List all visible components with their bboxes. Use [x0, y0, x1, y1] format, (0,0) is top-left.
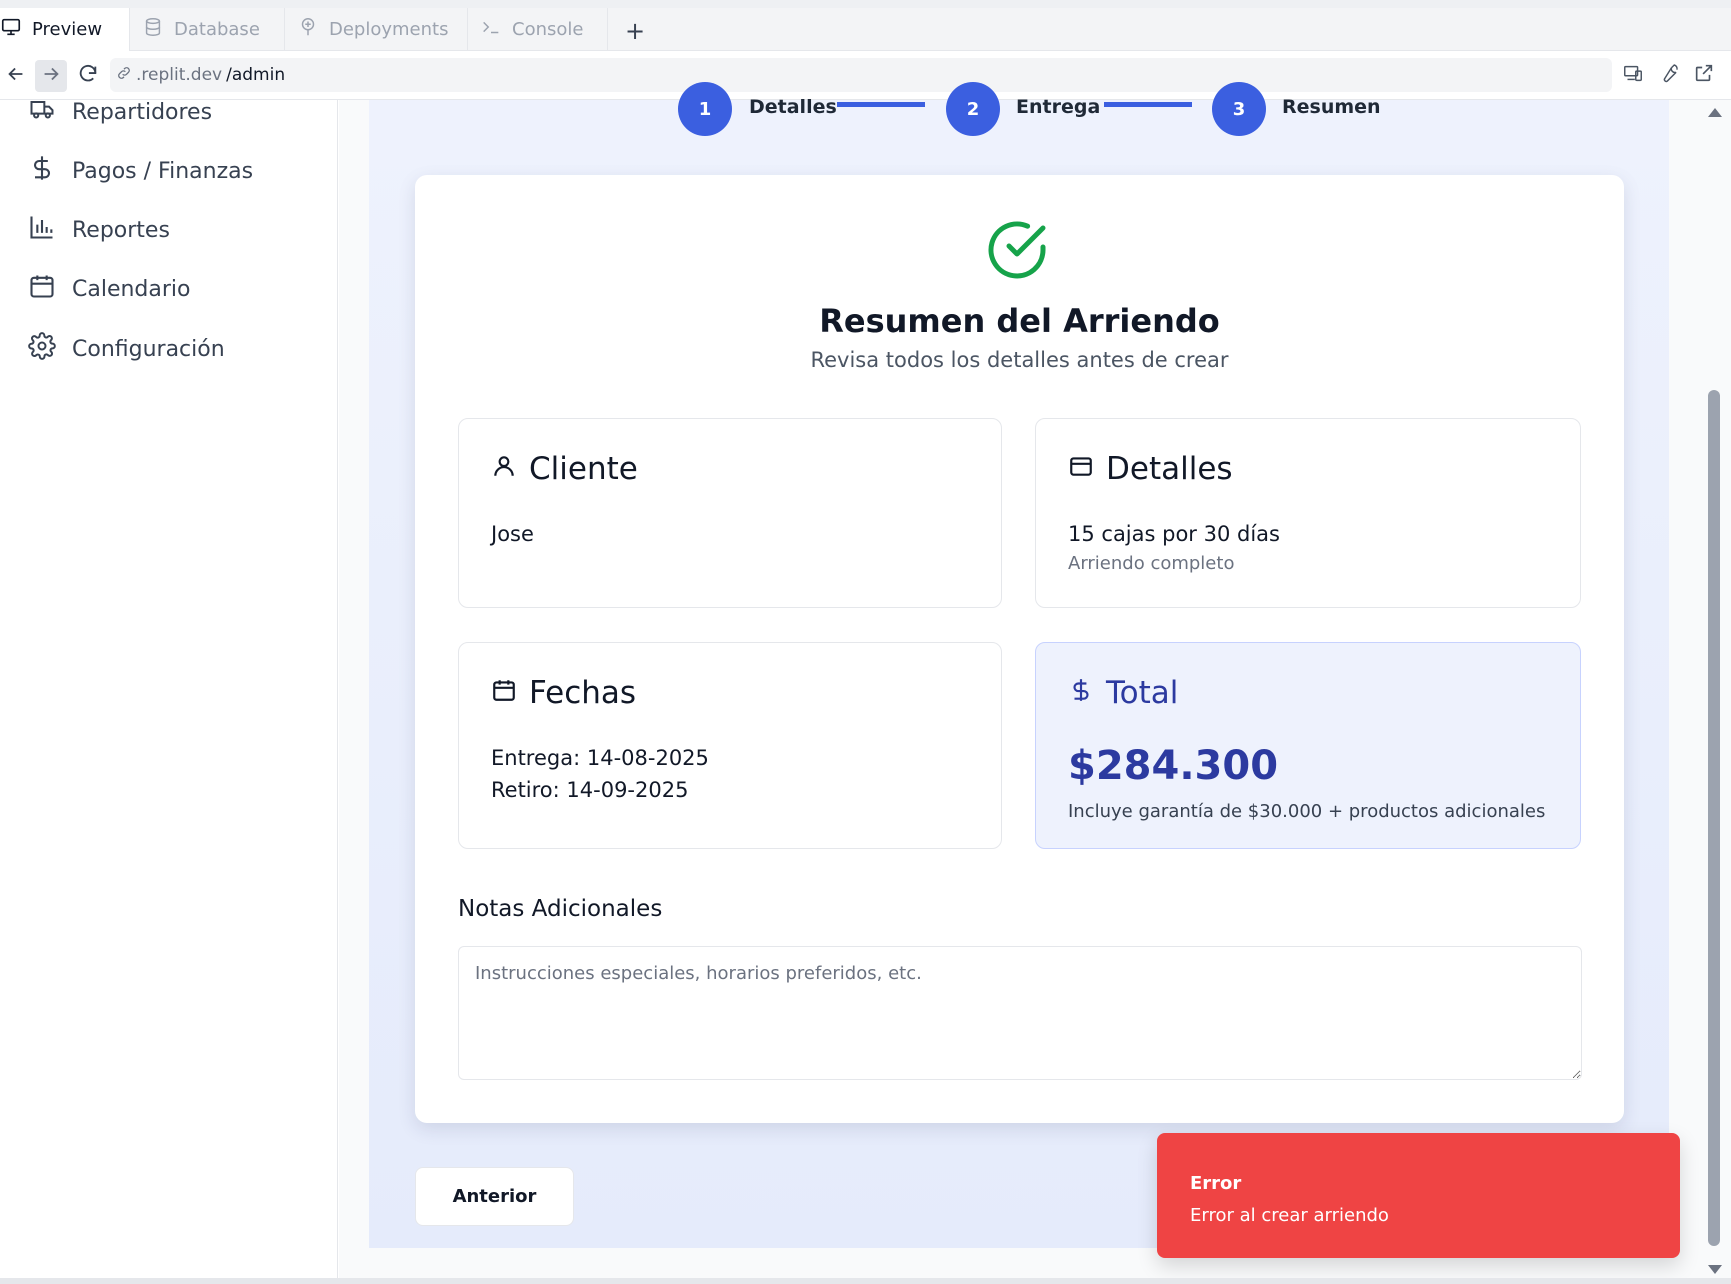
- url-domain: .replit.dev: [136, 65, 223, 85]
- gear-icon: [28, 332, 56, 366]
- sidebar-item-calendario[interactable]: Calendario: [0, 263, 337, 315]
- dollar-icon: [1068, 675, 1094, 711]
- step-2-label: Entrega: [1016, 96, 1101, 118]
- total-amount: $284.300: [1068, 743, 1279, 789]
- total-note: Incluye garantía de $30.000 + productos …: [1068, 801, 1546, 822]
- step-2-circle[interactable]: 2: [946, 82, 1000, 136]
- deployments-icon: [297, 16, 319, 43]
- scroll-up-icon[interactable]: [1705, 104, 1725, 120]
- total-heading-label: Total: [1106, 675, 1179, 711]
- details-heading: Detalles: [1068, 451, 1233, 487]
- add-tab-button[interactable]: +: [620, 16, 650, 46]
- calendar-icon: [28, 272, 56, 306]
- step-3-label: Resumen: [1282, 96, 1381, 118]
- step-3-circle[interactable]: 3: [1212, 82, 1266, 136]
- pickup-date: Retiro: 14-09-2025: [491, 778, 689, 802]
- dates-box: Fechas Entrega: 14-08-2025 Retiro: 14-09…: [458, 642, 1002, 849]
- notes-label: Notas Adicionales: [458, 896, 663, 922]
- tab-database[interactable]: Database: [130, 8, 285, 51]
- user-icon: [491, 451, 517, 487]
- arrow-left-icon: [5, 63, 27, 89]
- step-1-label: Detalles: [749, 96, 837, 118]
- tab-label: Console: [512, 19, 584, 40]
- box-package-icon: [1068, 451, 1094, 487]
- devtools-button[interactable]: [1656, 62, 1682, 88]
- tab-preview[interactable]: Preview: [0, 8, 130, 51]
- sidebar-item-label: Repartidores: [72, 100, 213, 125]
- details-quantity: 15 cajas por 30 días: [1068, 522, 1280, 546]
- step-connector-2: [1104, 102, 1192, 107]
- toast-message: Error al crear arriendo: [1190, 1205, 1389, 1226]
- window-top-strip: [0, 0, 1731, 8]
- client-heading: Cliente: [491, 451, 638, 487]
- client-heading-label: Cliente: [529, 451, 638, 487]
- sidebar: Repartidores Pagos / Finanzas Reportes C…: [0, 100, 338, 1278]
- check-circle-icon: [985, 218, 1049, 282]
- wrench-icon: [1658, 62, 1680, 88]
- tab-label: Database: [174, 19, 260, 40]
- client-name: Jose: [491, 522, 534, 546]
- sidebar-item-label: Pagos / Finanzas: [72, 158, 254, 184]
- link-icon: [116, 65, 132, 86]
- database-icon: [142, 16, 164, 43]
- arrow-right-icon: [40, 63, 62, 89]
- sidebar-item-configuracion[interactable]: Configuración: [0, 323, 337, 375]
- devices-icon: [1622, 62, 1644, 88]
- tab-bar: Preview Database Deployments Console +: [0, 8, 1731, 51]
- external-link-icon: [1693, 62, 1715, 88]
- truck-icon: [28, 100, 56, 129]
- sidebar-item-reportes[interactable]: Reportes: [0, 204, 337, 256]
- scroll-down-icon[interactable]: [1705, 1262, 1725, 1278]
- toast-title: Error: [1190, 1173, 1242, 1194]
- sidebar-item-pagos[interactable]: Pagos / Finanzas: [0, 145, 337, 197]
- back-button[interactable]: [0, 60, 32, 92]
- tab-console[interactable]: Console: [468, 8, 608, 51]
- url-field[interactable]: .replit.dev/admin: [110, 58, 1612, 92]
- reload-icon: [77, 63, 99, 89]
- details-heading-label: Detalles: [1106, 451, 1233, 487]
- window-bottom-strip: [0, 1278, 1731, 1284]
- step-connector-1: [837, 102, 925, 107]
- terminal-icon: [480, 16, 502, 43]
- client-box: Cliente Jose: [458, 418, 1002, 608]
- previous-button[interactable]: Anterior: [415, 1167, 574, 1226]
- step-1-circle[interactable]: 1: [678, 82, 732, 136]
- delivery-date: Entrega: 14-08-2025: [491, 746, 709, 770]
- devices-button[interactable]: [1620, 62, 1646, 88]
- scrollbar-thumb[interactable]: [1708, 390, 1720, 1246]
- notes-textarea[interactable]: [458, 946, 1582, 1080]
- tab-deployments[interactable]: Deployments: [285, 8, 468, 51]
- total-box: Total $284.300 Incluye garantía de $30.0…: [1035, 642, 1581, 849]
- tab-label: Preview: [32, 19, 103, 40]
- bar-chart-icon: [28, 213, 56, 247]
- sidebar-item-label: Configuración: [72, 336, 225, 362]
- summary-title: Resumen del Arriendo: [819, 302, 1220, 340]
- sidebar-item-label: Reportes: [72, 217, 170, 243]
- details-box: Detalles 15 cajas por 30 días Arriendo c…: [1035, 418, 1581, 608]
- open-external-button[interactable]: [1691, 62, 1717, 88]
- error-toast[interactable]: Error Error al crear arriendo: [1157, 1133, 1680, 1258]
- dates-heading: Fechas: [491, 675, 636, 711]
- total-heading: Total: [1068, 675, 1178, 711]
- calendar-icon: [491, 675, 517, 711]
- tab-label: Deployments: [329, 19, 449, 40]
- dates-heading-label: Fechas: [529, 675, 637, 711]
- reload-button[interactable]: [72, 60, 104, 92]
- sidebar-item-repartidores[interactable]: Repartidores: [0, 100, 337, 138]
- url-path: /admin: [226, 65, 286, 85]
- summary-subtitle: Revisa todos los detalles antes de crear: [810, 348, 1229, 372]
- monitor-icon: [0, 16, 22, 43]
- forward-button[interactable]: [35, 60, 67, 92]
- dollar-icon: [28, 154, 56, 188]
- address-bar: .replit.dev/admin: [0, 52, 1731, 100]
- sidebar-item-label: Calendario: [72, 276, 191, 302]
- details-note: Arriendo completo: [1068, 553, 1235, 574]
